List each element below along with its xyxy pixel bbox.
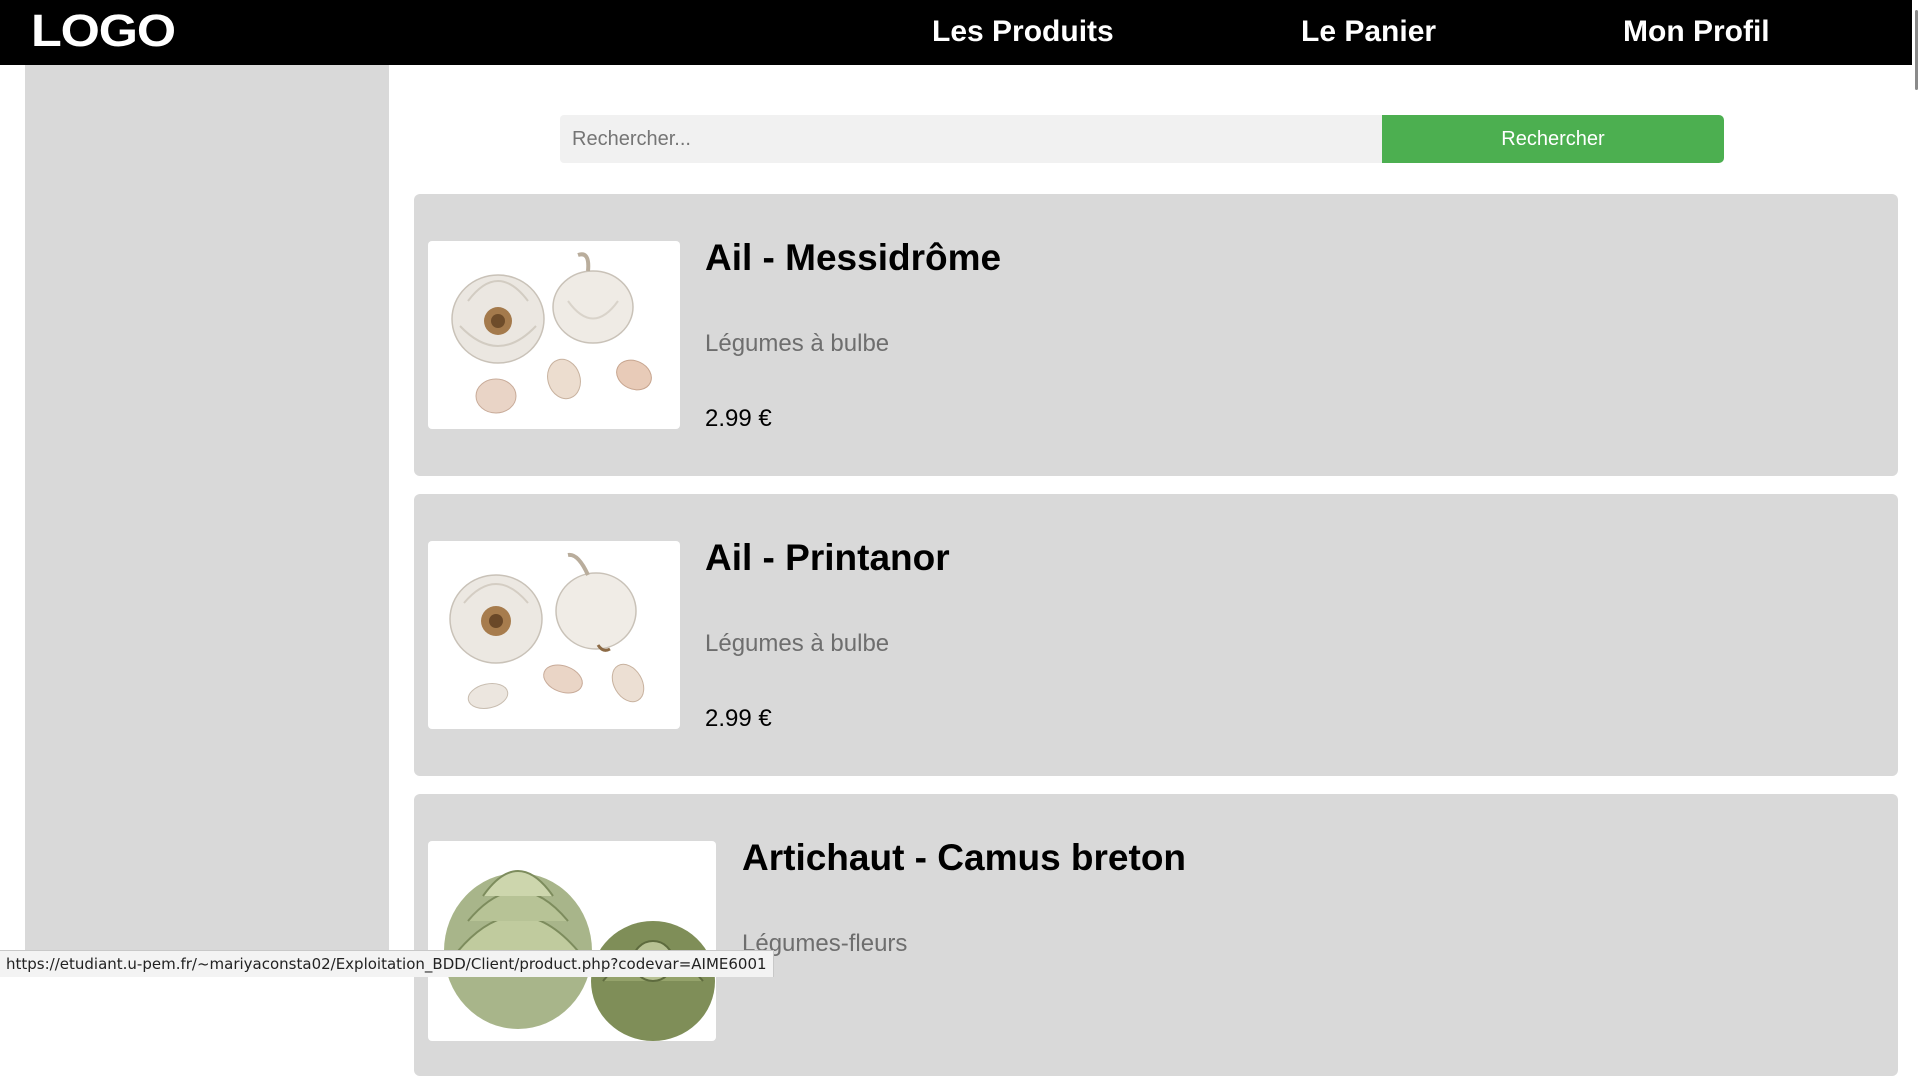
garlic-image[interactable] [428,541,680,729]
product-name[interactable]: Artichaut - Camus breton [742,836,1186,880]
product-price: 2.99 € [705,705,772,732]
product-card[interactable]: Ail - Messidrôme Légumes à bulbe 2.99 € [414,194,1898,476]
product-category: Légumes à bulbe [705,630,890,657]
page-scrollbar[interactable] [1912,0,1920,976]
search-input[interactable] [560,115,1382,163]
nav-link-products[interactable]: Les Produits [932,14,1114,50]
product-category: Légumes à bulbe [705,330,890,357]
status-bar-url: https://etudiant.u-pem.fr/~mariyaconsta0… [0,950,774,977]
site-logo[interactable]: LOGO [31,7,176,55]
product-card[interactable]: Ail - Printanor Légumes à bulbe 2.99 € [414,494,1898,776]
product-card[interactable]: Artichaut - Camus breton Légumes-fleurs [414,794,1898,1076]
left-sidebar [25,65,389,976]
product-name[interactable]: Ail - Printanor [705,536,950,580]
search-button[interactable]: Rechercher [1382,115,1724,163]
product-price: 2.99 € [705,405,772,432]
scrollbar-thumb[interactable] [1915,10,1918,90]
top-navbar: LOGO Les Produits Le Panier Mon Profil [0,0,1920,65]
nav-link-cart[interactable]: Le Panier [1301,14,1436,50]
artichoke-image[interactable] [428,841,716,1041]
product-name[interactable]: Ail - Messidrôme [705,236,1001,280]
search-form: Rechercher [560,115,1724,163]
garlic-image[interactable] [428,241,680,429]
nav-link-profile[interactable]: Mon Profil [1623,14,1770,50]
